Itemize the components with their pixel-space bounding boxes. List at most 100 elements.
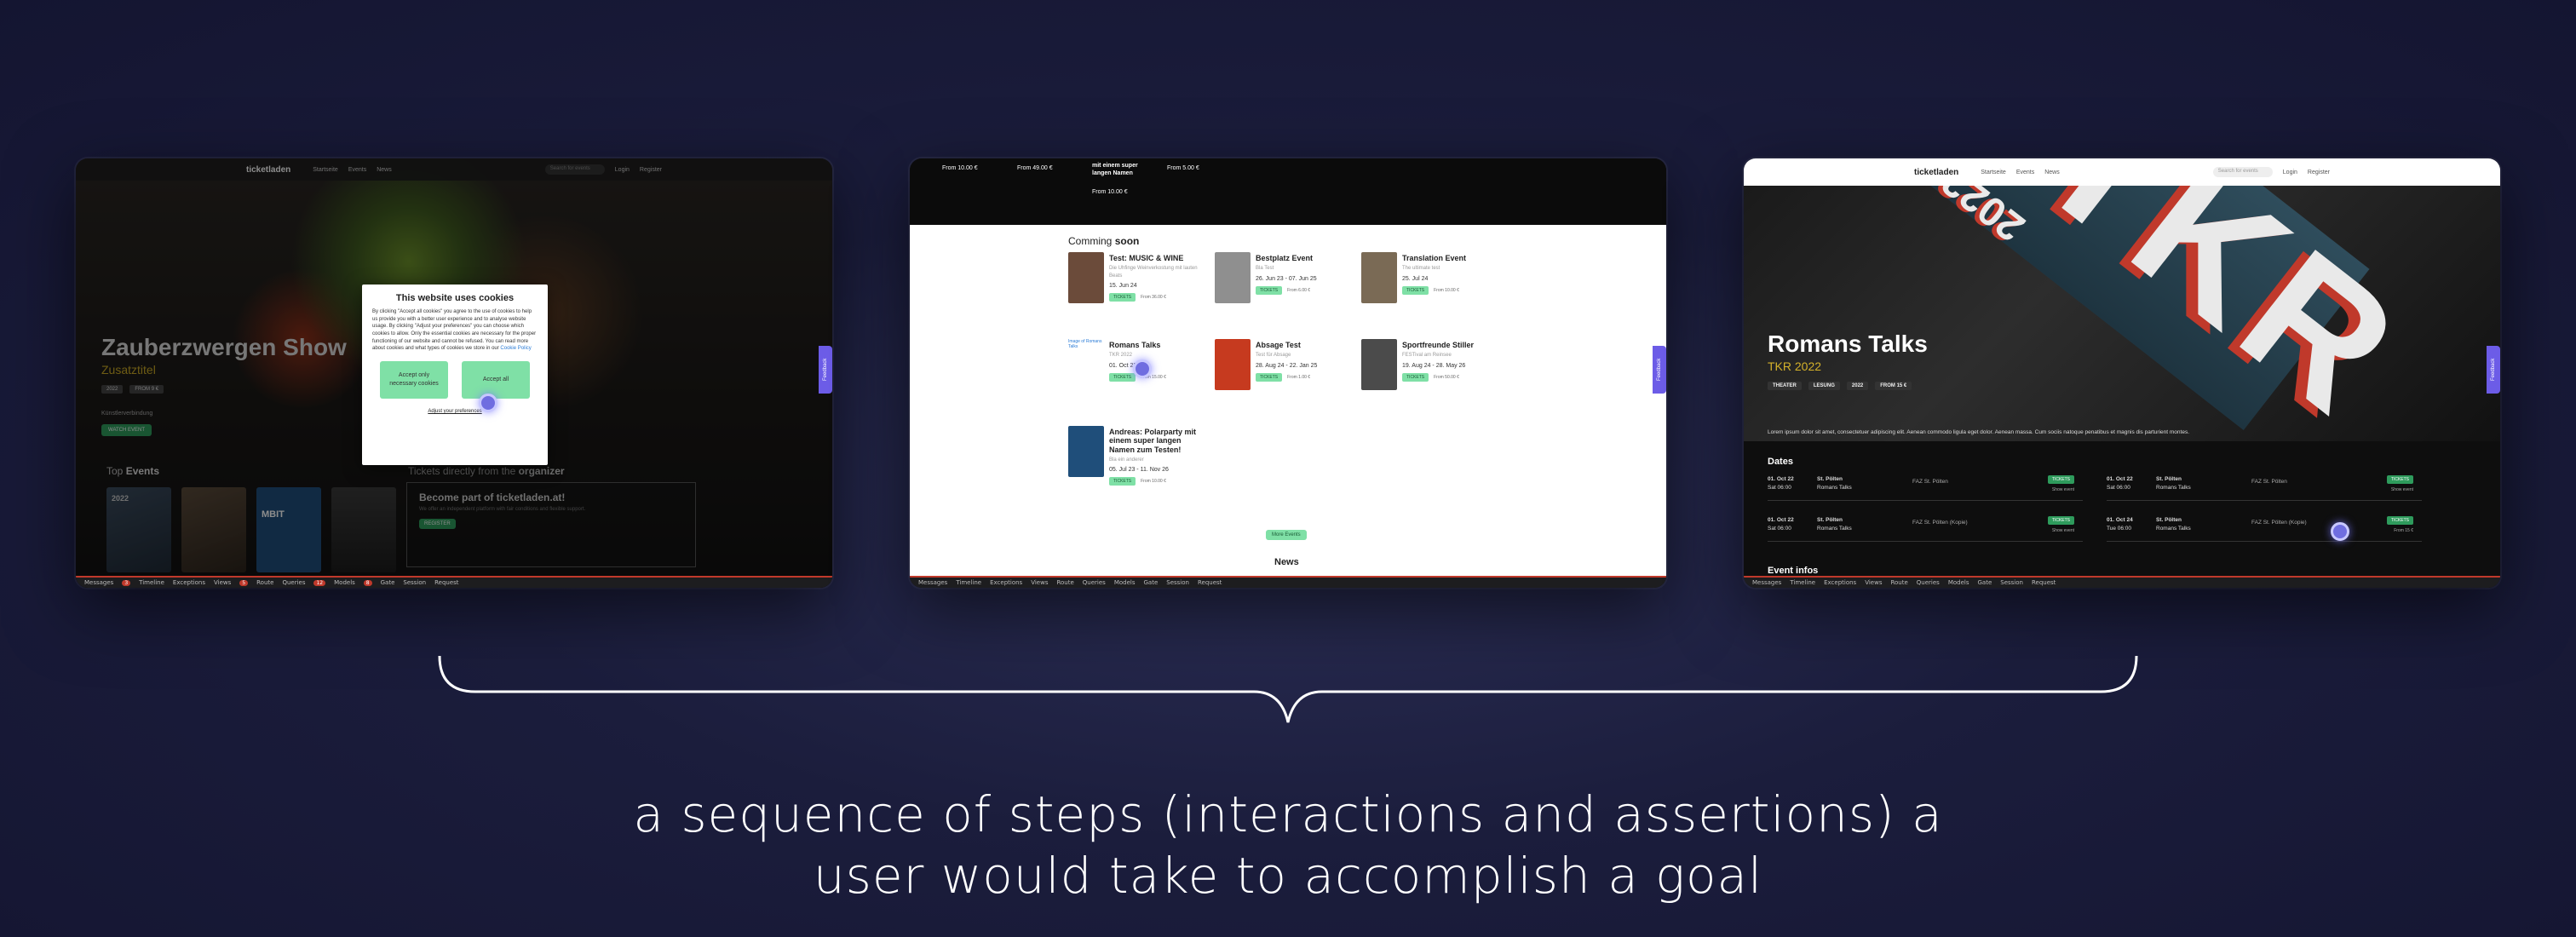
event-card[interactable]: Absage Test Test für Absage 28. Aug 24 - 2… — [1215, 339, 1355, 421]
debug-item[interactable]: Messages — [918, 579, 947, 586]
count-badge: 8 — [363, 579, 372, 586]
caption: a sequence of steps (interactions and as… — [0, 784, 2576, 906]
tickets-button[interactable]: TICKETS — [2386, 516, 2413, 525]
tickets-button[interactable]: TICKETS — [2386, 475, 2413, 484]
tickets-button[interactable]: TICKETS — [2047, 516, 2074, 525]
city-text: St. Pölten — [1817, 476, 1843, 482]
debug-item[interactable]: Route — [1890, 579, 1907, 586]
debug-item[interactable]: Queries — [282, 579, 305, 586]
event-title: Sportfreunde Stiller — [1402, 341, 1475, 349]
event-date: 28. Aug 24 - 22. Jan 25 — [1256, 362, 1318, 369]
debug-item[interactable]: Session — [1166, 579, 1189, 586]
show-event-link[interactable]: Show event — [2391, 487, 2413, 492]
debug-item[interactable]: Gate — [1144, 579, 1159, 586]
register-link[interactable]: Register — [2308, 170, 2330, 175]
more-events-button[interactable]: More Events — [1266, 530, 1307, 540]
tickets-button[interactable]: TICKETS — [1402, 372, 1429, 382]
venue-text: FAZ St. Pölten (Kopie) — [1912, 520, 1968, 526]
show-event-link[interactable]: From 15 € — [2394, 528, 2413, 533]
feedback-tab[interactable]: Feedback — [1653, 346, 1666, 394]
date-row: 01. Oct 22 Sat 06:00 St. Pölten Romans Talk… — [1768, 472, 2083, 501]
event-card[interactable]: Bestplatz Event Bla Test 26. Jun 23 - 07. … — [1215, 252, 1355, 334]
event-card[interactable]: Image of Romans Talks Romans Talks TKR 202… — [1068, 339, 1209, 421]
event-image — [1361, 252, 1397, 303]
debug-item[interactable]: Exceptions — [1824, 579, 1856, 586]
heading-prefix: Comming — [1068, 235, 1115, 247]
event-title: Bestplatz Event — [1256, 254, 1314, 262]
event-date: 01. Oct 22 — [1109, 362, 1137, 369]
debug-item[interactable]: Models — [1114, 579, 1136, 586]
price-text: From 49.00 € — [1017, 165, 1053, 171]
hero-image: TKR 2022 — [1744, 186, 2500, 441]
accept-necessary-button[interactable]: Accept only necessary cookies — [380, 361, 448, 400]
tickets-button[interactable]: TICKETS — [1109, 293, 1136, 302]
debug-item[interactable]: Route — [256, 579, 273, 586]
tickets-button[interactable]: TICKETS — [1402, 285, 1429, 295]
debug-bar: Messages 3 Timeline Exceptions Views 5 Rou… — [76, 576, 832, 588]
debug-item[interactable]: Timeline — [1790, 579, 1815, 586]
event-subtitle: TKR 2022 — [1768, 359, 1822, 373]
adjust-preferences-link[interactable]: Adjust your preferences — [372, 409, 538, 414]
debug-item[interactable]: Messages — [1752, 579, 1781, 586]
heading-bold: soon — [1114, 235, 1140, 247]
debug-item[interactable]: Timeline — [956, 579, 981, 586]
feedback-tab[interactable]: Feedback — [2487, 346, 2500, 394]
debug-item[interactable]: Views — [1031, 579, 1048, 586]
debug-item[interactable]: Gate — [1978, 579, 1992, 586]
tickets-button[interactable]: TICKETS — [1109, 477, 1136, 486]
event-title: mit einem super langen Namen — [1092, 163, 1138, 177]
event-card[interactable]: Test: MUSIC & WINE Die Uhfinge Weinverkos… — [1068, 252, 1209, 334]
event-image — [1068, 252, 1104, 303]
debug-item[interactable]: Timeline — [139, 579, 164, 586]
debug-item[interactable]: Views — [1865, 579, 1882, 586]
debug-item[interactable]: Request — [1198, 579, 1222, 586]
cookie-text: By clicking "Accept all cookies" you agr… — [372, 308, 538, 353]
debug-item[interactable]: Views — [214, 579, 231, 586]
debug-item[interactable]: Route — [1056, 579, 1073, 586]
debug-item[interactable]: Exceptions — [173, 579, 205, 586]
event-card[interactable]: Andreas: Polarparty mit einem super lang… — [1068, 426, 1209, 508]
debug-item[interactable]: Gate — [381, 579, 395, 586]
tag: FROM 15 € — [1875, 382, 1912, 390]
debug-item[interactable]: Session — [2000, 579, 2023, 586]
tag: THEATER — [1768, 382, 1802, 390]
event-card[interactable]: Translation Event The ultimate test 25. Ju… — [1361, 252, 1502, 334]
debug-item[interactable]: Models — [1948, 579, 1969, 586]
feedback-tab[interactable]: Feedback — [819, 346, 832, 394]
nav-link-events[interactable]: Events — [2016, 170, 2034, 175]
debug-item[interactable]: Request — [434, 579, 458, 586]
tickets-button[interactable]: TICKETS — [1256, 372, 1283, 382]
event-image — [1215, 339, 1251, 390]
tag: LESUNG — [1808, 382, 1840, 390]
accept-all-button[interactable]: Accept all — [462, 361, 530, 400]
tickets-button[interactable]: TICKETS — [1109, 372, 1136, 382]
event-title: Romans Talks — [1109, 341, 1161, 349]
site-logo[interactable]: ticketladen — [1914, 168, 1958, 177]
count-badge: 3 — [122, 579, 131, 586]
login-link[interactable]: Login — [2283, 170, 2297, 175]
event-date: 19. Aug 24 - 28. May 26 — [1402, 362, 1466, 369]
tickets-button[interactable]: TICKETS — [2047, 475, 2074, 484]
debug-item[interactable]: Messages — [84, 579, 113, 586]
nav-link-home[interactable]: Startseite — [1981, 170, 2006, 175]
time-text: Sat 06:00 — [1768, 484, 1791, 491]
event-subtitle: FESTival am Reinsee — [1402, 353, 1452, 359]
tickets-button[interactable]: TICKETS — [1256, 285, 1283, 295]
city-text: St. Pölten — [1817, 517, 1843, 523]
debug-item[interactable]: Models — [334, 579, 355, 586]
debug-item[interactable]: Queries — [1083, 579, 1106, 586]
search-input[interactable]: Search for events — [2212, 167, 2273, 177]
debug-item[interactable]: Queries — [1917, 579, 1940, 586]
price-text: From 6.00 € — [1287, 287, 1311, 293]
cookie-title: This website uses cookies — [395, 293, 515, 303]
time-text: Sat 06:00 — [1768, 525, 1791, 532]
show-event-link[interactable]: Show event — [2052, 528, 2074, 533]
debug-item[interactable]: Exceptions — [990, 579, 1022, 586]
debug-item[interactable]: Request — [2032, 579, 2056, 586]
venue-text: FAZ St. Pölten (Kopie) — [2251, 520, 2307, 526]
nav-link-news[interactable]: News — [2044, 170, 2060, 175]
event-card[interactable]: Sportfreunde Stiller FESTival am Reinsee 1… — [1361, 339, 1502, 421]
show-event-link[interactable]: Show event — [2052, 487, 2074, 492]
debug-item[interactable]: Session — [403, 579, 426, 586]
cookie-policy-link[interactable]: Cookie Policy — [500, 346, 531, 351]
